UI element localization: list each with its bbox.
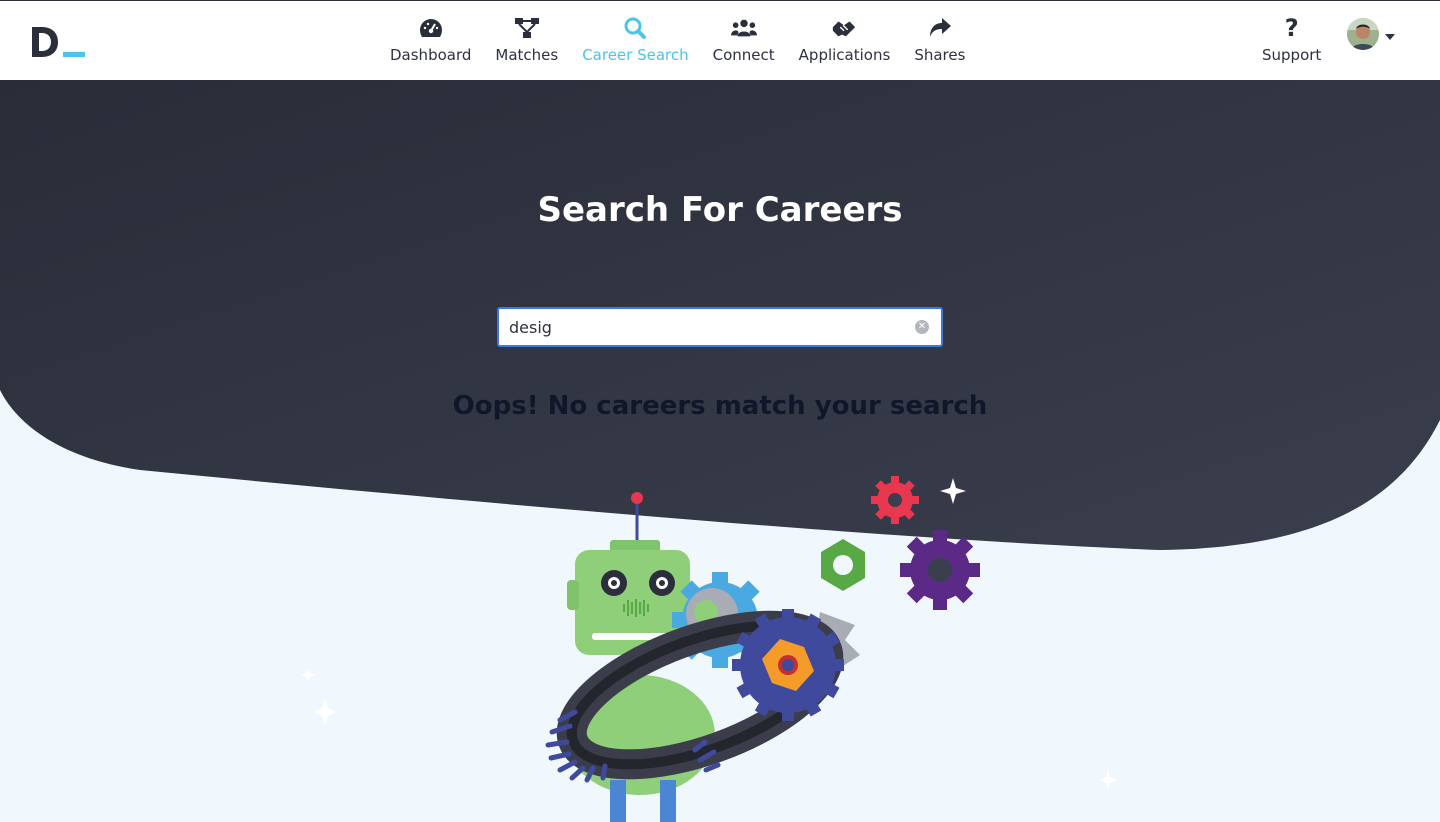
matches-sitemap-icon (514, 15, 540, 41)
question-mark-icon: ? (1284, 14, 1299, 42)
dashboard-gauge-icon (418, 15, 444, 41)
chevron-down-icon (1385, 34, 1395, 40)
nav-dashboard-label: Dashboard (390, 46, 472, 64)
search-icon (622, 15, 648, 41)
clear-search-icon[interactable]: ✕ (915, 320, 929, 334)
nav-shares[interactable]: Shares (902, 1, 977, 81)
top-navigation-bar: Dashboard Matches Career Search Connect … (0, 0, 1440, 80)
nav-applications[interactable]: Applications (787, 1, 903, 81)
nav-career-search-label: Career Search (582, 46, 689, 64)
people-group-icon (730, 15, 757, 41)
support-label: Support (1262, 46, 1322, 64)
nav-dashboard[interactable]: Dashboard (378, 1, 483, 81)
page-title: Search For Careers (537, 190, 903, 230)
nav-matches-label: Matches (495, 46, 559, 64)
nav-connect-label: Connect (712, 46, 775, 64)
search-input[interactable] (509, 309, 909, 345)
share-arrow-icon (927, 15, 953, 41)
career-search-box: ✕ (497, 307, 943, 347)
avatar (1347, 18, 1379, 50)
no-results-message: Oops! No careers match your search (452, 391, 988, 421)
support-link[interactable]: ? Support (1262, 15, 1321, 64)
handshake-icon (831, 15, 857, 41)
robot-illustration (301, 476, 1117, 822)
nav-matches[interactable]: Matches (483, 1, 570, 81)
nav-career-search[interactable]: Career Search (570, 1, 700, 81)
brand-logo[interactable] (30, 23, 90, 63)
main-nav: Dashboard Matches Career Search Connect … (378, 1, 977, 81)
nav-shares-label: Shares (914, 46, 966, 64)
user-menu[interactable] (1347, 18, 1395, 50)
nav-applications-label: Applications (798, 46, 891, 64)
nav-connect[interactable]: Connect (701, 1, 787, 81)
